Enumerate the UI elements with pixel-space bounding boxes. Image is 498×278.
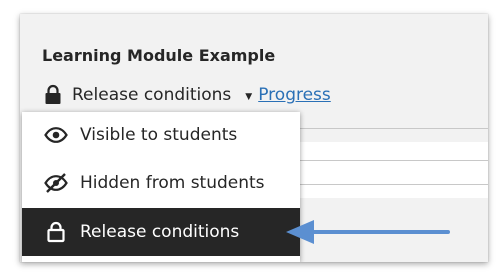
arrow-left-icon <box>286 220 450 244</box>
